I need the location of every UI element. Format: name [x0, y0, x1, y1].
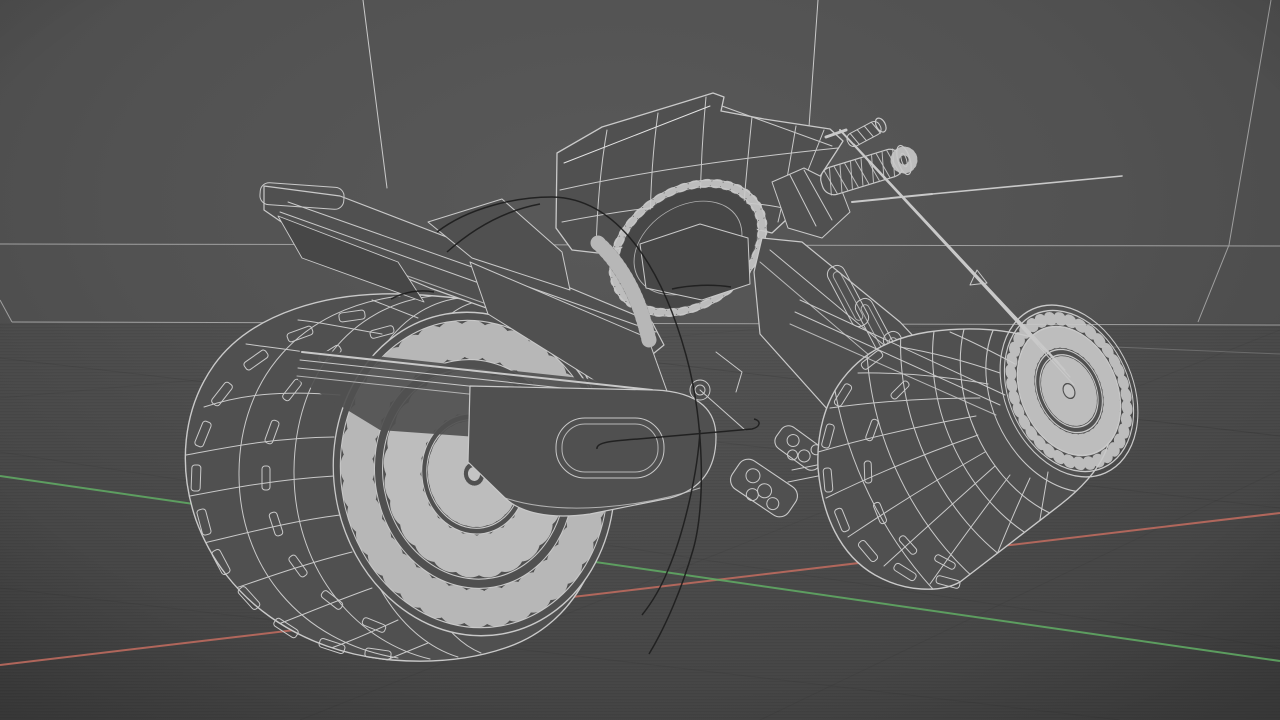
render-view[interactable]	[0, 0, 1280, 720]
viewport-canvas[interactable]	[0, 0, 1280, 720]
